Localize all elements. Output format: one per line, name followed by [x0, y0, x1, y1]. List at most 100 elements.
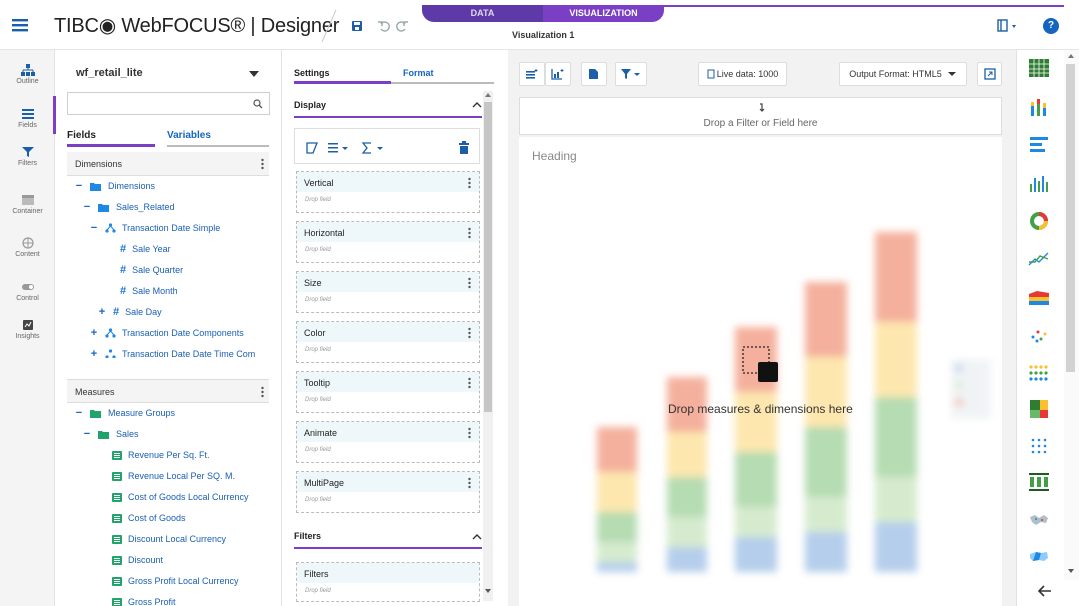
map-icon[interactable]: [1027, 509, 1051, 531]
kebab-menu-icon[interactable]: [468, 177, 471, 189]
tree-item-measure[interactable]: Cost of Goods: [112, 513, 186, 523]
color-bucket[interactable]: Color Drop field: [296, 321, 480, 363]
tab-format[interactable]: Format: [403, 68, 434, 78]
filter-dropdown-button[interactable]: [615, 62, 647, 86]
tree-item-measure[interactable]: Discount: [112, 555, 163, 565]
tree-item-sales[interactable]: − Sales: [82, 428, 139, 440]
tree-item-transaction-date-components[interactable]: + Transaction Date Components: [89, 327, 244, 339]
visualization-title[interactable]: Visualization 1: [512, 30, 574, 40]
collapse-toggle[interactable]: −: [74, 180, 84, 192]
horizontal-bar-icon[interactable]: [1027, 134, 1051, 156]
scroll-down-icon[interactable]: [1068, 569, 1074, 574]
help-icon[interactable]: ?: [1043, 18, 1059, 34]
rail-item-insights[interactable]: Insights: [0, 319, 55, 340]
add-dataset-button[interactable]: [519, 62, 545, 86]
trash-icon[interactable]: [458, 141, 470, 155]
display-section-title[interactable]: Display: [294, 100, 326, 110]
sum-dropdown-icon[interactable]: [361, 141, 387, 155]
size-bucket[interactable]: Size Drop field: [296, 271, 480, 313]
grid-bar-icon[interactable]: [1027, 471, 1051, 493]
horizontal-bucket[interactable]: Horizontal Drop field: [296, 221, 480, 263]
redo-icon[interactable]: [393, 17, 411, 35]
vertical-bucket[interactable]: Vertical Drop field: [296, 171, 480, 213]
output-format-dropdown[interactable]: Output Format: HTML5: [839, 62, 967, 86]
rail-item-outline[interactable]: Outline: [0, 64, 55, 85]
kebab-menu-icon[interactable]: [261, 158, 264, 170]
page-button[interactable]: [581, 62, 607, 86]
tree-item-measure[interactable]: Discount Local Currency: [112, 534, 226, 544]
chart-heading[interactable]: Heading: [532, 149, 577, 163]
rail-item-filters[interactable]: Filters: [0, 146, 55, 167]
collapse-toggle[interactable]: −: [82, 201, 92, 213]
chevron-up-icon[interactable]: [472, 102, 482, 108]
filters-bucket[interactable]: Filters Drop field: [296, 562, 480, 602]
table-icon[interactable]: [1027, 57, 1051, 79]
tab-variables[interactable]: Variables: [167, 130, 211, 141]
scatter-icon[interactable]: [1027, 324, 1051, 346]
multipage-bucket[interactable]: MultiPage Drop field: [296, 471, 480, 513]
shape-icon[interactable]: [305, 141, 319, 155]
add-chart-button[interactable]: [545, 62, 571, 86]
kebab-menu-icon[interactable]: [468, 377, 471, 389]
tree-item-sale-year[interactable]: # Sale Year: [120, 243, 171, 255]
donut-icon[interactable]: [1027, 210, 1051, 232]
rail-item-fields[interactable]: Fields: [0, 108, 55, 129]
kebab-menu-icon[interactable]: [468, 427, 471, 439]
collapse-arrow-icon[interactable]: [1037, 584, 1053, 598]
tab-visualization[interactable]: VISUALIZATION: [543, 5, 664, 22]
chevron-up-icon[interactable]: [472, 534, 482, 540]
fullscreen-button[interactable]: [977, 62, 1002, 86]
chevron-down-icon[interactable]: [248, 70, 260, 78]
scrollbar-thumb[interactable]: [1066, 64, 1075, 372]
kebab-menu-icon[interactable]: [261, 386, 264, 398]
tree-item-sale-day[interactable]: + # Sale Day: [97, 306, 162, 318]
scrollbar-thumb[interactable]: [484, 102, 492, 412]
tree-item-transaction-date-date-time[interactable]: + Transaction Date Date Time Com: [89, 348, 255, 358]
column-icon[interactable]: [1027, 172, 1051, 194]
rail-item-container[interactable]: Container: [0, 194, 55, 215]
expand-toggle[interactable]: +: [97, 306, 107, 318]
tree-item-measure[interactable]: Revenue Local Per SQ. M.: [112, 471, 235, 481]
scroll-down-icon[interactable]: [485, 589, 491, 594]
undo-icon[interactable]: [375, 17, 393, 35]
treemap-icon[interactable]: [1027, 398, 1051, 420]
tree-item-measure[interactable]: Gross Profit: [112, 597, 176, 606]
tree-item-sale-quarter[interactable]: # Sale Quarter: [120, 264, 183, 276]
expand-toggle[interactable]: +: [89, 348, 99, 358]
tree-item-sales-related[interactable]: − Sales_Related: [82, 201, 175, 213]
kebab-menu-icon[interactable]: [468, 277, 471, 289]
collapse-toggle[interactable]: −: [89, 222, 99, 234]
field-search-input[interactable]: [67, 92, 270, 115]
live-data-button[interactable]: Live data: 1000: [698, 62, 787, 86]
stacked-bar-icon[interactable]: [1027, 96, 1051, 118]
tree-item-measure[interactable]: Cost of Goods Local Currency: [112, 492, 249, 502]
sort-dropdown-icon[interactable]: [327, 141, 351, 155]
tree-item-transaction-date-simple[interactable]: − Transaction Date Simple: [89, 222, 220, 234]
tree-item-dimensions[interactable]: − Dimensions: [74, 180, 155, 192]
rail-item-content[interactable]: Content: [0, 237, 55, 258]
scroll-up-icon[interactable]: [485, 93, 491, 98]
area-icon[interactable]: [1027, 286, 1051, 308]
tooltip-bucket[interactable]: Tooltip Drop field: [296, 371, 480, 413]
animate-bucket[interactable]: Animate Drop field: [296, 421, 480, 463]
tab-fields[interactable]: Fields: [67, 130, 96, 141]
line-icon[interactable]: [1027, 248, 1051, 270]
dimensions-header[interactable]: Dimensions: [67, 152, 269, 176]
collapse-toggle[interactable]: −: [74, 407, 84, 419]
tree-item-sale-month[interactable]: # Sale Month: [120, 285, 178, 297]
choropleth-icon[interactable]: [1027, 546, 1051, 568]
tree-item-measure[interactable]: Gross Profit Local Currency: [112, 576, 239, 586]
tree-item-measure[interactable]: Revenue Per Sq. Ft.: [112, 450, 210, 460]
dot-matrix-icon[interactable]: [1027, 362, 1051, 384]
layout-dropdown-icon[interactable]: [994, 16, 1024, 36]
kebab-menu-icon[interactable]: [468, 327, 471, 339]
kebab-menu-icon[interactable]: [468, 477, 471, 489]
tab-data[interactable]: DATA: [422, 5, 543, 22]
bubble-icon[interactable]: [1027, 435, 1051, 457]
hamburger-menu-icon[interactable]: [10, 16, 30, 34]
tab-settings[interactable]: Settings: [294, 68, 330, 78]
filters-section-title[interactable]: Filters: [294, 531, 321, 541]
rail-item-control[interactable]: Control: [0, 281, 55, 302]
measures-header[interactable]: Measures: [67, 379, 269, 403]
datasource-name[interactable]: wf_retail_lite: [76, 67, 143, 79]
